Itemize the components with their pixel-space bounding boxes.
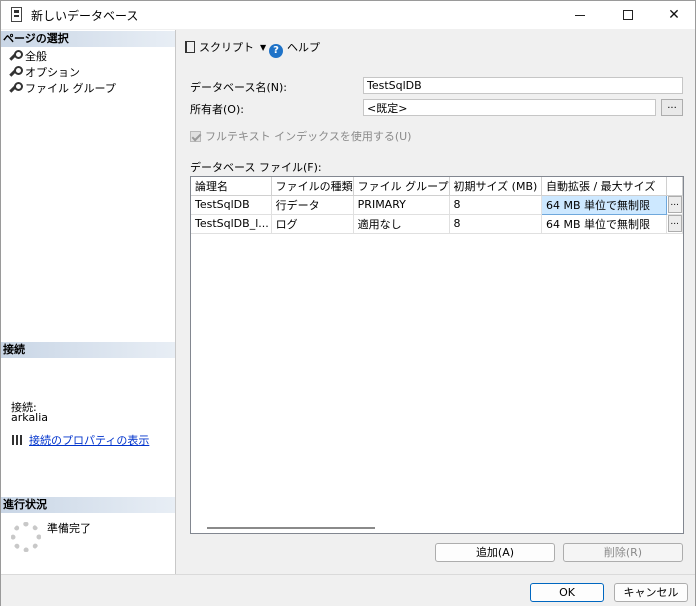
cell-autogrowth[interactable]: 64 MB 単位で無制限 [540, 194, 668, 215]
page-item-label: ファイル グループ [25, 82, 116, 95]
connection-properties-row: 接続のプロパティの表示 [11, 432, 149, 448]
db-name-label: データベース名(N): [190, 81, 287, 94]
page-item-label: 全般 [25, 50, 47, 63]
fulltext-label: フルテキスト インデックスを使用する(U) [205, 130, 412, 143]
script-label: スクリプト [199, 41, 254, 54]
table-row[interactable]: TestSqlDB_l... ログ 適用なし 8 64 MB 単位で無制限 ..… [191, 214, 683, 234]
page-item-general[interactable]: 全般 [9, 49, 47, 65]
fulltext-checkbox-row[interactable]: フルテキスト インデックスを使用する(U) [190, 128, 411, 144]
autogrowth-edit-button[interactable]: ... [667, 215, 682, 232]
col-header-filegroup[interactable]: ファイル グループ [353, 177, 450, 196]
help-button[interactable]: ? ヘルプ [269, 40, 320, 58]
title-bar: 新しいデータベース ✕ [1, 1, 695, 29]
window-title: 新しいデータベース [31, 9, 139, 23]
col-header-extra [666, 177, 683, 196]
dropdown-caret-icon: ▼ [260, 43, 267, 52]
horizontal-scrollbar[interactable] [207, 527, 375, 529]
minimize-button[interactable] [557, 1, 603, 29]
autogrowth-edit-button[interactable]: ... [667, 196, 682, 213]
script-icon [185, 41, 195, 53]
page-item-filegroups[interactable]: ファイル グループ [9, 81, 116, 97]
connection-value: arkalia [11, 411, 49, 424]
cell-logical-name[interactable]: TestSqlDB [191, 195, 272, 215]
db-name-input[interactable] [363, 77, 683, 94]
db-files-label: データベース ファイル(F): [190, 161, 322, 174]
owner-input[interactable] [363, 99, 656, 116]
page-item-label: オプション [25, 66, 80, 79]
new-database-dialog: 新しいデータベース ✕ ページの選択 全般 オプション ファイル グループ 接続… [0, 0, 696, 606]
help-icon: ? [269, 44, 283, 58]
cell-file-type[interactable]: ログ [271, 214, 354, 234]
cell-file-type[interactable]: 行データ [271, 195, 354, 215]
ok-button[interactable]: OK [530, 583, 604, 602]
script-button[interactable]: スクリプト ▼ [185, 40, 266, 56]
cell-autogrowth-button-cell: ... [666, 214, 683, 234]
page-item-options[interactable]: オプション [9, 65, 80, 81]
dialog-button-bar: OK キャンセル [1, 574, 695, 606]
close-button[interactable]: ✕ [651, 1, 696, 29]
cell-autogrowth[interactable]: 64 MB 単位で無制限 [541, 214, 668, 234]
progress-header: 進行状況 [1, 497, 175, 513]
connection-plug-icon [11, 435, 25, 445]
remove-file-button[interactable]: 削除(R) [563, 543, 683, 562]
add-file-button[interactable]: 追加(A) [435, 543, 555, 562]
col-header-logical-name[interactable]: 論理名 [191, 177, 272, 196]
owner-label: 所有者(O): [190, 103, 244, 116]
progress-spinner-icon [11, 522, 41, 552]
maximize-icon [623, 10, 633, 20]
close-icon: ✕ [668, 7, 680, 23]
col-header-autogrowth[interactable]: 自動拡張 / 最大サイズ [541, 177, 668, 196]
maximize-button[interactable] [605, 1, 651, 29]
cell-filegroup[interactable]: PRIMARY [353, 195, 450, 215]
fulltext-checkbox[interactable] [190, 131, 201, 142]
cell-initial-size[interactable]: 8 [449, 214, 542, 234]
cancel-button[interactable]: キャンセル [614, 583, 688, 602]
view-connection-properties-link[interactable]: 接続のプロパティの表示 [29, 434, 149, 447]
right-panel: スクリプト ▼ ? ヘルプ データベース名(N): 所有者(O): ... フルテキ… [177, 30, 695, 574]
progress-status: 準備完了 [47, 522, 91, 535]
owner-browse-button[interactable]: ... [661, 99, 683, 116]
cell-logical-name[interactable]: TestSqlDB_l... [191, 214, 272, 234]
wrench-icon [9, 66, 23, 77]
wrench-icon [9, 50, 23, 61]
db-files-table: 論理名 ファイルの種類 ファイル グループ 初期サイズ (MB) 自動拡張 / … [191, 177, 683, 234]
table-row[interactable]: TestSqlDB 行データ PRIMARY 8 64 MB 単位で無制限 ..… [191, 194, 683, 215]
minimize-icon [575, 14, 585, 16]
pages-header: ページの選択 [1, 31, 175, 47]
connection-header: 接続 [1, 342, 175, 358]
cell-filegroup[interactable]: 適用なし [353, 214, 450, 234]
col-header-initial-size[interactable]: 初期サイズ (MB) [449, 177, 542, 196]
cell-initial-size[interactable]: 8 [449, 195, 542, 215]
db-files-grid[interactable]: 論理名 ファイルの種類 ファイル グループ 初期サイズ (MB) 自動拡張 / … [190, 176, 684, 534]
help-label: ヘルプ [287, 41, 320, 54]
col-header-file-type[interactable]: ファイルの種類 [271, 177, 354, 196]
grid-header-row: 論理名 ファイルの種類 ファイル グループ 初期サイズ (MB) 自動拡張 / … [191, 177, 683, 196]
cell-autogrowth-button-cell: ... [666, 195, 683, 215]
wrench-icon [9, 82, 23, 93]
ssms-app-icon [11, 7, 22, 22]
left-panel: ページの選択 全般 オプション ファイル グループ 接続 接続: arkalia… [1, 30, 176, 574]
